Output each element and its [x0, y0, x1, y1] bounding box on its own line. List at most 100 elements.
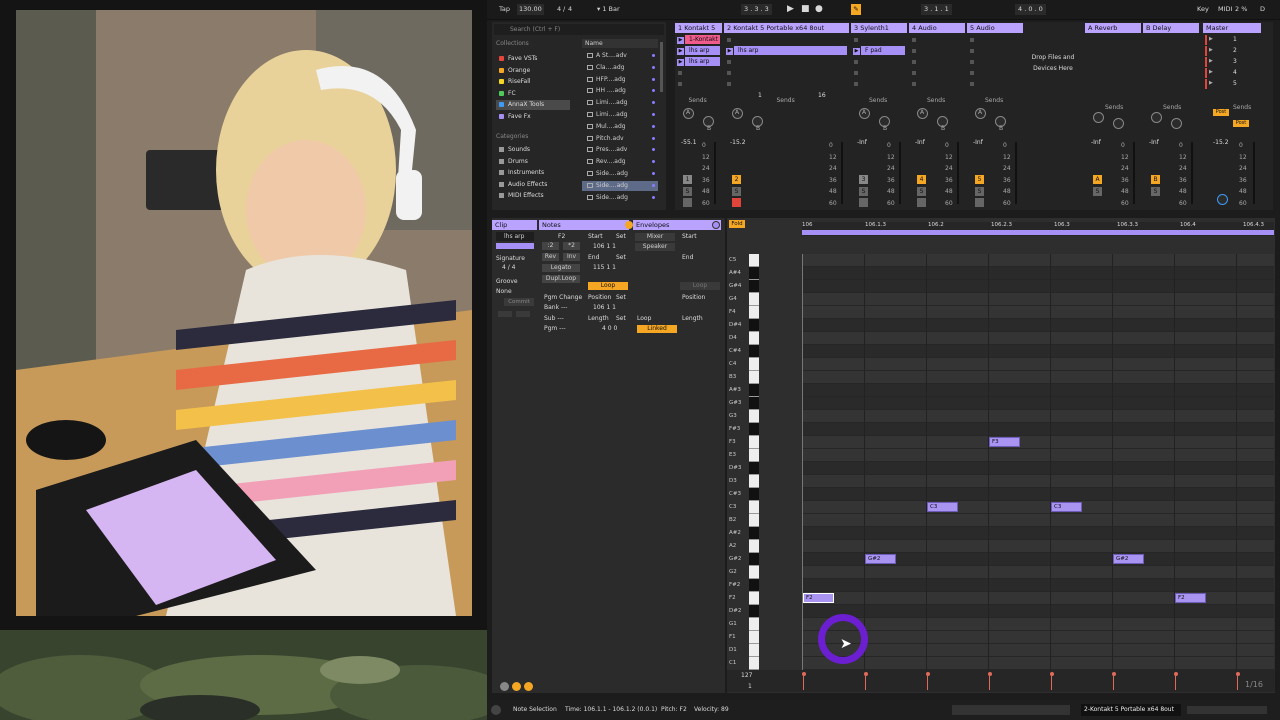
collection-item[interactable]: AnnaX Tools: [496, 100, 570, 110]
arm-button[interactable]: [975, 198, 984, 207]
post-button[interactable]: Post: [1233, 120, 1249, 127]
clip-tab[interactable]: Clip: [492, 220, 537, 230]
clip-play-icon[interactable]: ▶: [853, 48, 860, 55]
piano-key[interactable]: [749, 267, 759, 280]
quantize-menu[interactable]: ▾ 1 Bar: [597, 4, 620, 15]
track-header[interactable]: 4 Audio: [909, 23, 965, 33]
play-icon[interactable]: ▶: [787, 4, 794, 15]
grid-row[interactable]: [802, 449, 1274, 462]
double-button[interactable]: *2: [563, 242, 580, 250]
piano-key[interactable]: [749, 423, 759, 436]
groove-value[interactable]: None: [496, 288, 512, 295]
browser-search[interactable]: Search (Ctrl + F): [494, 24, 664, 35]
nudge-left[interactable]: [498, 311, 512, 317]
clip-slot-empty[interactable]: [854, 60, 858, 64]
track-volume[interactable]: -Inf: [973, 139, 983, 146]
bank-field[interactable]: Bank ---: [544, 304, 567, 311]
clip-slot-empty[interactable]: [854, 71, 858, 75]
track-activator[interactable]: 1: [683, 175, 692, 184]
master-header[interactable]: Master: [1203, 23, 1261, 33]
sub-field[interactable]: Sub ---: [544, 315, 564, 322]
velocity-marker[interactable]: [987, 672, 992, 690]
piano-key[interactable]: [749, 501, 759, 514]
return-activator[interactable]: B: [1151, 175, 1160, 184]
collection-item[interactable]: FC: [496, 89, 570, 99]
grid-row[interactable]: [802, 345, 1274, 358]
arm-button[interactable]: [859, 198, 868, 207]
grid-row[interactable]: [802, 488, 1274, 501]
env-device-chooser[interactable]: Mixer: [635, 233, 675, 241]
tempo-field[interactable]: 130.00: [517, 4, 544, 15]
clip-slot-empty[interactable]: [727, 60, 731, 64]
commit-button[interactable]: Commit: [504, 298, 534, 306]
grid-row[interactable]: [802, 293, 1274, 306]
status-arrow-icon[interactable]: [491, 705, 501, 715]
end-value[interactable]: 115 1 1: [593, 264, 616, 271]
velocity-marker[interactable]: [1111, 672, 1116, 690]
midi-note[interactable]: F3: [989, 437, 1020, 447]
piano-key[interactable]: [749, 449, 759, 462]
clip-slot-empty[interactable]: [970, 49, 974, 53]
arm-button[interactable]: [683, 198, 692, 207]
file-item[interactable]: Pres....adv: [582, 145, 658, 155]
nudge-right[interactable]: [516, 311, 530, 317]
clip-slot-empty[interactable]: [912, 71, 916, 75]
piano-key[interactable]: [749, 566, 759, 579]
collection-item[interactable]: RiseFall: [496, 77, 570, 87]
post-button[interactable]: Post: [1213, 109, 1229, 116]
file-item[interactable]: Limi....adg: [582, 98, 658, 108]
track-activator[interactable]: 5: [975, 175, 984, 184]
scene-launch[interactable]: ▶ 5: [1205, 79, 1259, 89]
env-param-chooser[interactable]: Speaker: [635, 243, 675, 251]
envelopes-tab[interactable]: Envelopes: [633, 220, 721, 230]
track-volume[interactable]: -Inf: [915, 139, 925, 146]
send-knob[interactable]: [1171, 118, 1182, 129]
midi-note[interactable]: C3: [1051, 502, 1082, 512]
category-item[interactable]: Audio Effects: [496, 180, 570, 190]
grid-row[interactable]: [802, 540, 1274, 553]
clip-envelopes-icon[interactable]: [524, 682, 533, 691]
clip-slot-empty[interactable]: [912, 49, 916, 53]
scene-launch[interactable]: ▶ 2: [1205, 46, 1259, 56]
clip-play-icon[interactable]: ▶: [677, 59, 684, 66]
signature-value[interactable]: 4 / 4: [502, 264, 515, 271]
midi-map-button[interactable]: MIDI: [1218, 4, 1232, 15]
clip-slot-empty[interactable]: [727, 71, 731, 75]
piano-key[interactable]: [749, 436, 759, 449]
clip-slot-empty[interactable]: [678, 71, 682, 75]
grid-row[interactable]: [802, 306, 1274, 319]
solo-button[interactable]: S: [859, 187, 868, 196]
clip-slot-filled[interactable]: 1-Kontakt: [685, 35, 720, 44]
track-header[interactable]: 3 Sylenth1: [851, 23, 907, 33]
browser-scrollbar[interactable]: [660, 42, 663, 92]
start-value[interactable]: 106 1 1: [593, 243, 616, 250]
midi-note[interactable]: G#2: [865, 554, 896, 564]
loop-position[interactable]: 3 . 1 . 1: [921, 4, 952, 15]
clip-slot-filled[interactable]: lhs arp: [685, 46, 720, 55]
env-loop-button[interactable]: Loop: [680, 282, 720, 290]
velocity-lane[interactable]: 127 1 1/16: [727, 670, 1275, 692]
category-item[interactable]: MIDI Effects: [496, 191, 570, 201]
piano-key[interactable]: [749, 527, 759, 540]
piano-key[interactable]: [749, 488, 759, 501]
clip-slot-empty[interactable]: [727, 82, 731, 86]
category-item[interactable]: Instruments: [496, 168, 570, 178]
name-column-header[interactable]: Name: [582, 39, 658, 48]
send-knob[interactable]: [1151, 112, 1162, 123]
draw-mode-icon[interactable]: ✎: [851, 4, 861, 15]
env-linked-button[interactable]: Linked: [637, 325, 677, 333]
piano-key[interactable]: [749, 358, 759, 371]
position-value[interactable]: 106 1 1: [593, 304, 616, 311]
piano-key[interactable]: [749, 475, 759, 488]
piano-key[interactable]: [749, 618, 759, 631]
clip-slot-filled[interactable]: F pad: [861, 46, 905, 55]
piano-key[interactable]: [749, 397, 759, 410]
file-item[interactable]: Side....adg: [582, 169, 658, 179]
return-activator[interactable]: A: [1093, 175, 1102, 184]
piano-key[interactable]: [749, 579, 759, 592]
clip-name-field[interactable]: lhs arp: [496, 232, 534, 241]
grid-row[interactable]: [802, 527, 1274, 540]
piano-key[interactable]: [749, 345, 759, 358]
piano-roll[interactable]: C5 A#4 G#4 G4 F4 D#4 D4 C#4 C4 B3 A#3 G#3 G3 F#3 F3 E3 D…: [727, 254, 1275, 674]
key-map-button[interactable]: Key: [1197, 4, 1209, 15]
